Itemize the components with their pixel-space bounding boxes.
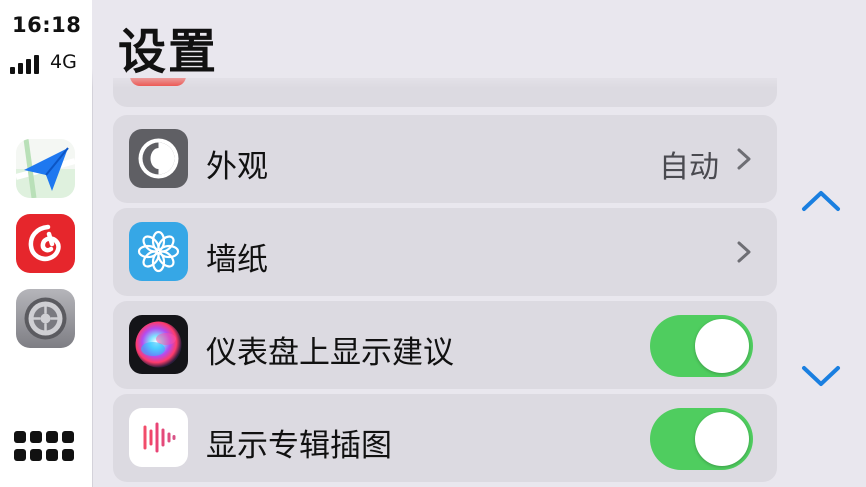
status-time: 16:18: [12, 13, 82, 37]
scroll-down-icon[interactable]: [800, 360, 842, 390]
chevron-right-icon: [737, 241, 751, 263]
navigation-app-icon[interactable]: [16, 139, 75, 198]
settings-row-appearance[interactable]: 外观 自动: [113, 115, 777, 203]
page-title: 设置: [118, 24, 219, 80]
wallpaper-label: 墙纸: [206, 242, 268, 278]
scroll-up-icon[interactable]: [800, 187, 842, 217]
siri-icon: [129, 315, 188, 374]
toggle-knob: [695, 319, 749, 373]
appearance-label: 外观: [206, 149, 268, 185]
appearance-icon: [129, 129, 188, 188]
appearance-value: 自动: [659, 150, 719, 185]
carplay-sidebar: 16:18 4G: [0, 0, 93, 487]
settings-app-icon[interactable]: [16, 289, 75, 348]
dashboard-suggestions-toggle[interactable]: [650, 315, 753, 377]
chevron-right-icon: [737, 148, 751, 170]
dashboard-suggestions-label: 仪表盘上显示建议: [206, 335, 454, 371]
signal-strength-icon: [10, 54, 46, 74]
netease-music-app-icon[interactable]: [16, 214, 75, 273]
album-art-label: 显示专辑插图: [206, 428, 392, 464]
settings-row-wallpaper[interactable]: 墙纸: [113, 208, 777, 296]
flower-icon: [129, 222, 188, 281]
soundwave-icon: [129, 408, 188, 467]
network-type: 4G: [50, 51, 77, 73]
settings-row-album-art: 显示专辑插图: [113, 394, 777, 482]
toggle-knob: [695, 412, 749, 466]
settings-row-dashboard-suggestions: 仪表盘上显示建议: [113, 301, 777, 389]
app-grid-icon[interactable]: [14, 431, 76, 465]
album-art-toggle[interactable]: [650, 408, 753, 470]
